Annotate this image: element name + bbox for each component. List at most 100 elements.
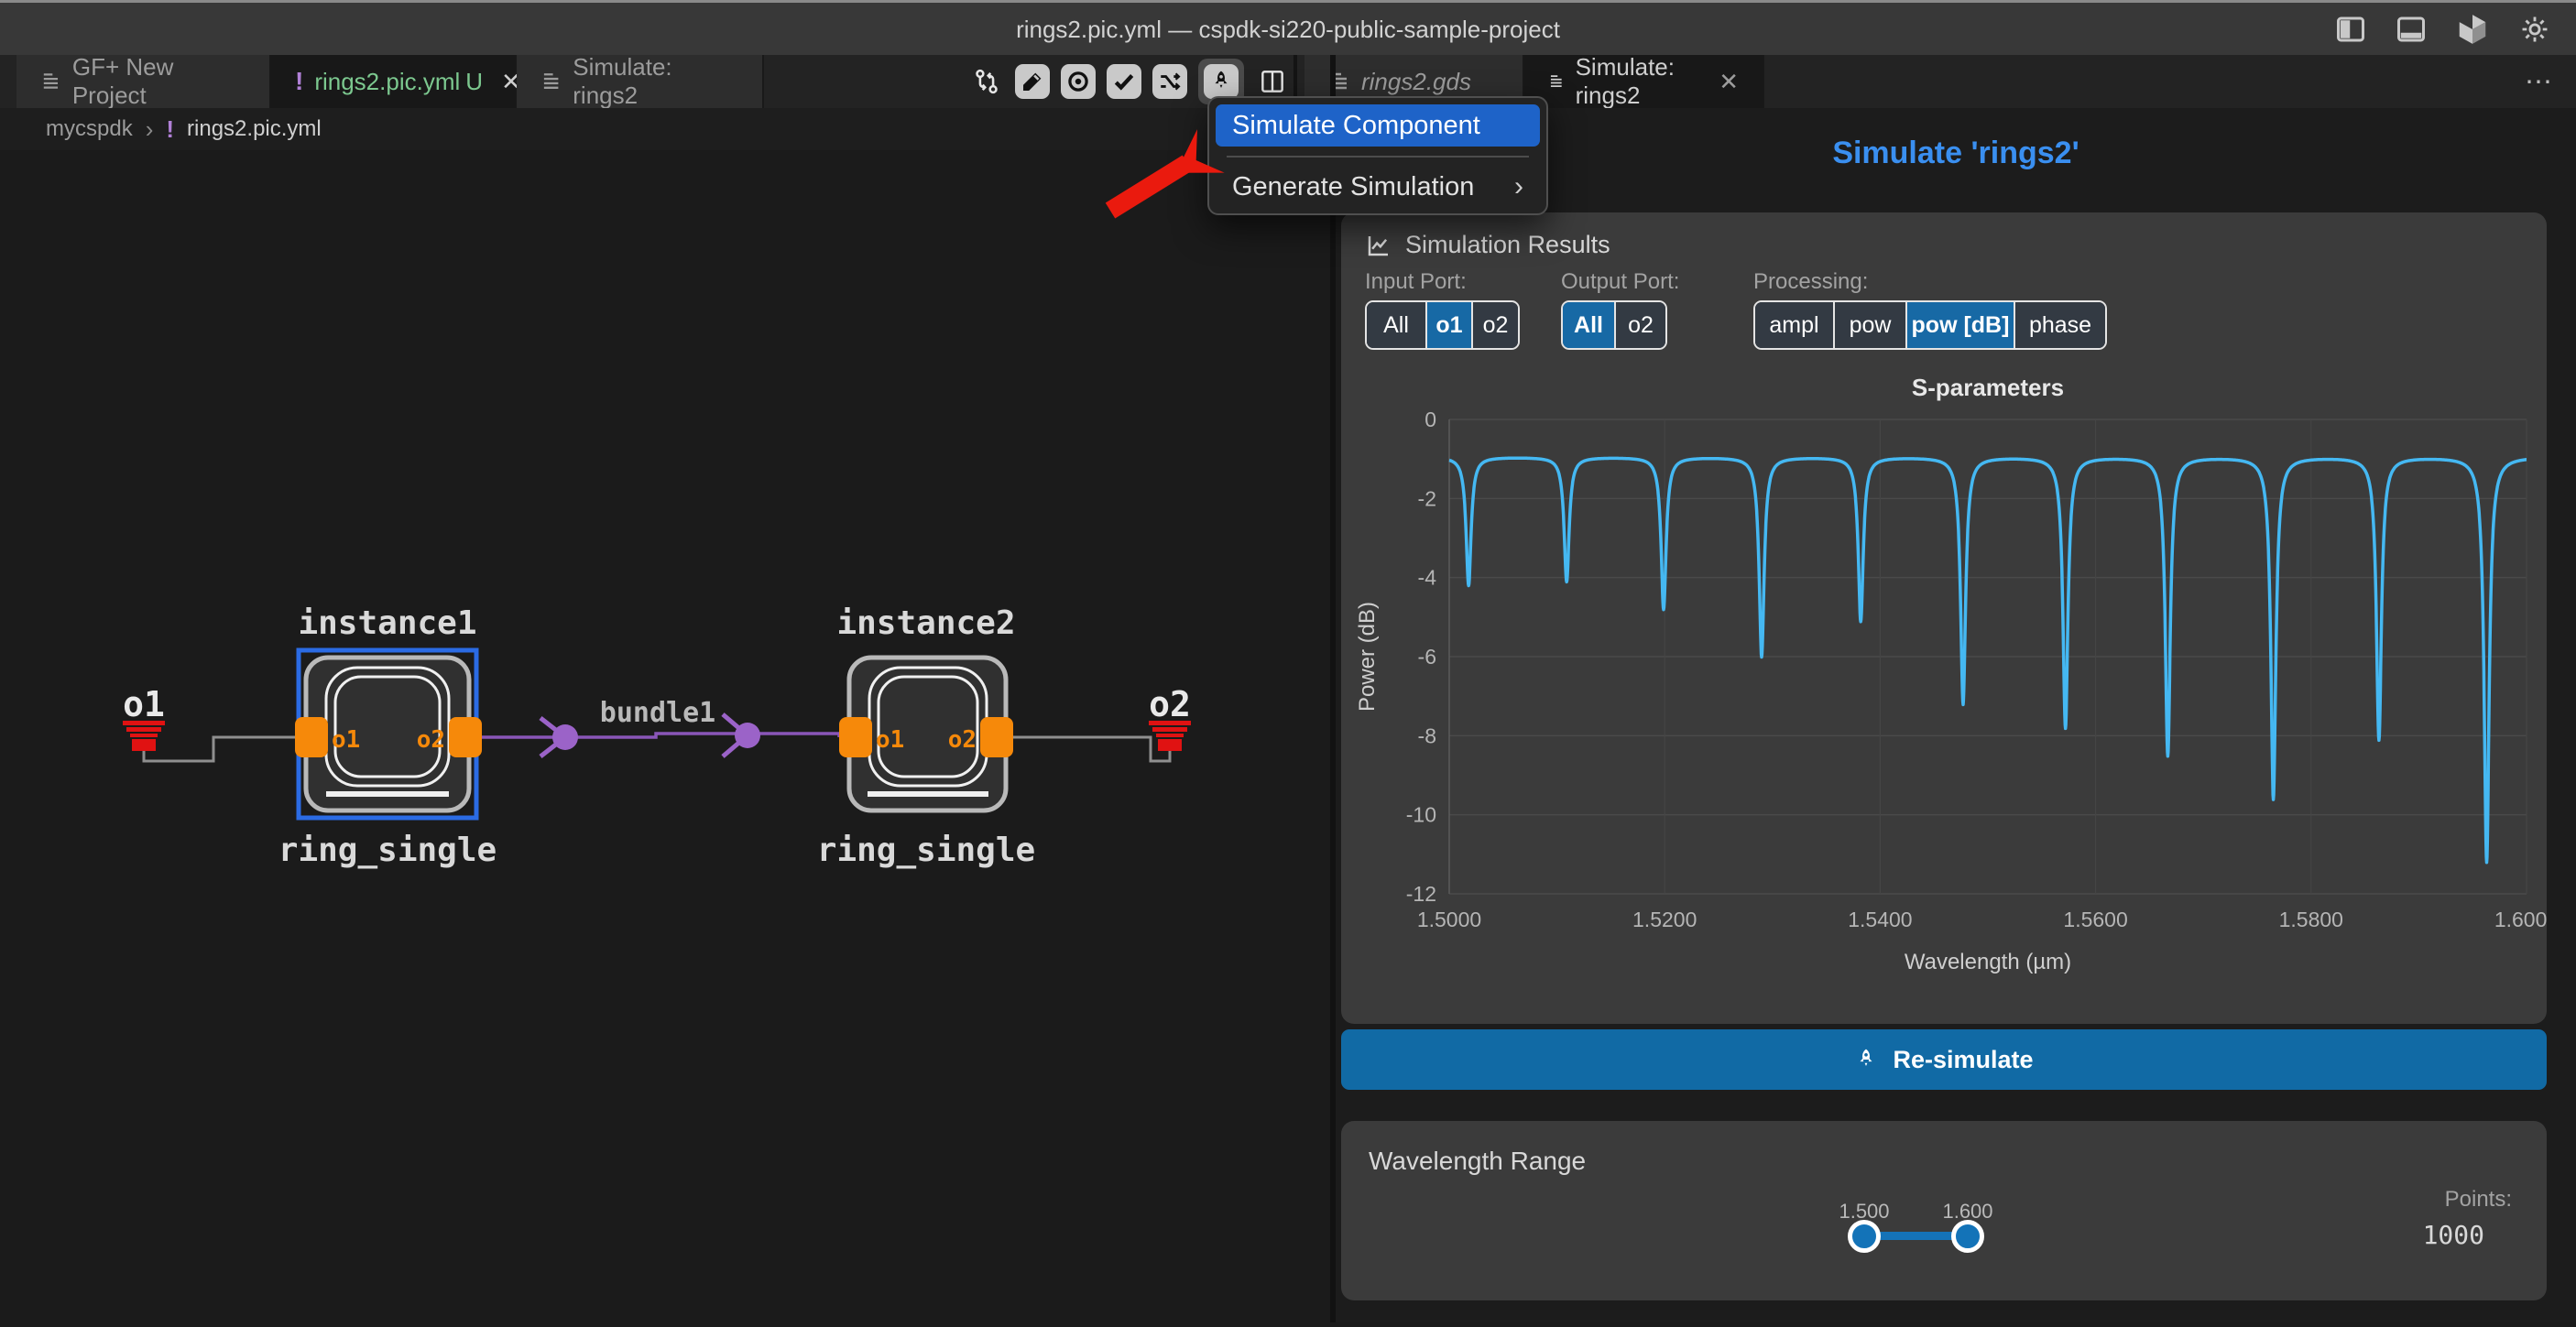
tab-rings2-pic-yml[interactable]: ! rings2.pic.yml U ✕ bbox=[271, 55, 517, 108]
y-tick-label: 0 bbox=[1424, 408, 1436, 431]
tab-label: Simulate: rings2 bbox=[573, 53, 738, 110]
breadcrumb-folder[interactable]: mycspdk bbox=[46, 116, 133, 142]
input-port-o1-button[interactable]: o1 bbox=[1427, 302, 1473, 348]
processing-pow-button[interactable]: pow bbox=[1835, 302, 1907, 348]
output-port-o2-button[interactable]: o2 bbox=[1616, 302, 1665, 348]
y-axis-title: Power (dB) bbox=[1355, 602, 1380, 712]
wavelength-range-card: Wavelength Range 1.500 1.600 Points: 100… bbox=[1341, 1121, 2547, 1300]
y-tick-label: -4 bbox=[1418, 566, 1437, 590]
tab-label: GF+ New Project bbox=[72, 53, 246, 110]
x-tick-label: 1.5200 bbox=[1632, 908, 1697, 931]
title-bar: rings2.pic.yml — cspdk-si220-public-samp… bbox=[0, 0, 2576, 55]
list-icon bbox=[540, 71, 562, 92]
input-port-label: Input Port: bbox=[1365, 269, 1467, 295]
tab-simulate-rings2-right[interactable]: Simulate: rings2 ✕ bbox=[1524, 55, 1764, 108]
y-tick-label: -6 bbox=[1418, 645, 1436, 669]
processing-ampl-button[interactable]: ampl bbox=[1755, 302, 1835, 348]
tab-label: rings2.pic.yml bbox=[314, 68, 460, 96]
external-port-o2-label: o2 bbox=[1149, 684, 1191, 724]
schematic-canvas[interactable]: bundle1 o1 o2 o1 o2 ins bbox=[0, 150, 1330, 1322]
x-tick-label: 1.5000 bbox=[1417, 908, 1481, 931]
x-axis-title: Wavelength (µm) bbox=[1905, 950, 2071, 974]
port-o1-label: o1 bbox=[332, 726, 360, 754]
more-tabs-icon[interactable]: ⋯ bbox=[2525, 66, 2554, 98]
tab-gf-new-project[interactable]: GF+ New Project bbox=[16, 55, 271, 108]
layout-panel-icon[interactable] bbox=[2395, 13, 2428, 46]
transmission-curve bbox=[1449, 458, 2527, 863]
rocket-icon bbox=[1204, 64, 1239, 99]
range-slider-handle-min[interactable] bbox=[1848, 1220, 1881, 1253]
port-o1[interactable] bbox=[839, 717, 872, 757]
processing-phase-button[interactable]: phase bbox=[2015, 302, 2105, 348]
check-icon[interactable] bbox=[1107, 64, 1141, 99]
y-tick-label: -8 bbox=[1418, 723, 1436, 747]
menu-item-simulate-component[interactable]: Simulate Component bbox=[1216, 104, 1540, 147]
git-compare-icon[interactable] bbox=[969, 64, 1004, 99]
wire-o1 bbox=[144, 737, 295, 761]
net-label: bundle1 bbox=[600, 697, 715, 729]
gear-icon[interactable] bbox=[2517, 12, 2552, 47]
re-simulate-button[interactable]: Re-simulate bbox=[1341, 1029, 2547, 1090]
x-tick-label: 1.5400 bbox=[1848, 908, 1912, 931]
port-o2[interactable] bbox=[449, 717, 482, 757]
processing-group: ampl pow pow [dB] phase bbox=[1753, 300, 2107, 350]
instance2-symbol[interactable]: o1 o2 bbox=[839, 658, 1013, 810]
output-port-label: Output Port: bbox=[1561, 269, 1679, 295]
port-o1[interactable] bbox=[295, 717, 328, 757]
target-icon[interactable] bbox=[1061, 64, 1096, 99]
warning-icon: ! bbox=[295, 67, 303, 96]
edit-icon[interactable] bbox=[1015, 64, 1050, 99]
points-value: 1000 bbox=[2423, 1220, 2484, 1250]
simulation-results-card: Simulation Results Input Port: Output Po… bbox=[1341, 212, 2547, 1024]
list-icon bbox=[40, 71, 61, 92]
modified-badge: U bbox=[465, 68, 483, 96]
instance1-symbol[interactable]: o1 o2 bbox=[295, 650, 482, 818]
input-port-group: All o1 o2 bbox=[1365, 300, 1520, 350]
s-parameters-chart: 0 -2 -4 -6 -8 -10 -121.5000 1.5200 1.5400 1.5600 1… bbox=[1341, 368, 2547, 1009]
shuffle-icon[interactable] bbox=[1152, 64, 1187, 99]
chart-title: S-parameters bbox=[1912, 374, 2064, 401]
results-header: Simulation Results bbox=[1365, 231, 1610, 259]
external-port-o2-symbol[interactable] bbox=[1149, 721, 1191, 751]
chevron-right-icon: › bbox=[146, 115, 154, 144]
instance1-component: ring_single bbox=[278, 832, 497, 869]
external-port-o1-symbol[interactable] bbox=[123, 721, 165, 751]
red-arrow-annotation bbox=[1092, 126, 1239, 227]
y-tick-label: -10 bbox=[1406, 803, 1436, 827]
wavelength-range-title: Wavelength Range bbox=[1369, 1147, 1586, 1176]
instance2-name: instance2 bbox=[836, 604, 1015, 642]
port-o1-label: o1 bbox=[876, 726, 904, 754]
chart-icon bbox=[1365, 232, 1392, 259]
split-editor-icon[interactable] bbox=[1255, 64, 1290, 99]
y-tick-label: -12 bbox=[1406, 882, 1436, 906]
input-port-all-button[interactable]: All bbox=[1367, 302, 1427, 348]
menu-item-generate-simulation[interactable]: Generate Simulation › bbox=[1216, 167, 1540, 207]
input-port-o2-button[interactable]: o2 bbox=[1473, 302, 1518, 348]
output-port-all-button[interactable]: All bbox=[1563, 302, 1616, 348]
re-simulate-label: Re-simulate bbox=[1893, 1046, 2033, 1074]
menu-separator bbox=[1227, 156, 1529, 158]
wire-bundle1 bbox=[482, 734, 839, 737]
points-label: Points: bbox=[2445, 1187, 2512, 1213]
port-o2[interactable] bbox=[980, 717, 1013, 757]
tab-simulate-rings2-left[interactable]: Simulate: rings2 bbox=[517, 55, 764, 108]
port-o2-label: o2 bbox=[417, 726, 445, 754]
range-slider-handle-max[interactable] bbox=[1951, 1220, 1984, 1253]
close-icon[interactable]: ✕ bbox=[1719, 68, 1739, 96]
breadcrumb-file[interactable]: rings2.pic.yml bbox=[187, 116, 322, 142]
external-port-o1-label: o1 bbox=[123, 684, 165, 724]
y-tick-label: -2 bbox=[1418, 486, 1436, 510]
cube-icon[interactable] bbox=[2455, 12, 2490, 47]
window-title: rings2.pic.yml — cspdk-si220-public-samp… bbox=[0, 16, 2576, 44]
layout-sidebar-icon[interactable] bbox=[2334, 13, 2367, 46]
menu-item-label: Generate Simulation bbox=[1232, 172, 1474, 202]
x-tick-label: 1.5800 bbox=[2279, 908, 2343, 931]
x-tick-label: 1.5600 bbox=[2063, 908, 2127, 931]
bundle-node-2[interactable] bbox=[723, 714, 760, 756]
processing-label: Processing: bbox=[1753, 269, 1868, 295]
simulation-panel: Simulate 'rings2' Simulation Results Inp… bbox=[1336, 108, 2576, 1322]
processing-pow-db-button[interactable]: pow [dB] bbox=[1907, 302, 2015, 348]
instance2-component: ring_single bbox=[817, 832, 1035, 869]
output-port-group: All o2 bbox=[1561, 300, 1667, 350]
wire-o2 bbox=[1013, 737, 1170, 761]
